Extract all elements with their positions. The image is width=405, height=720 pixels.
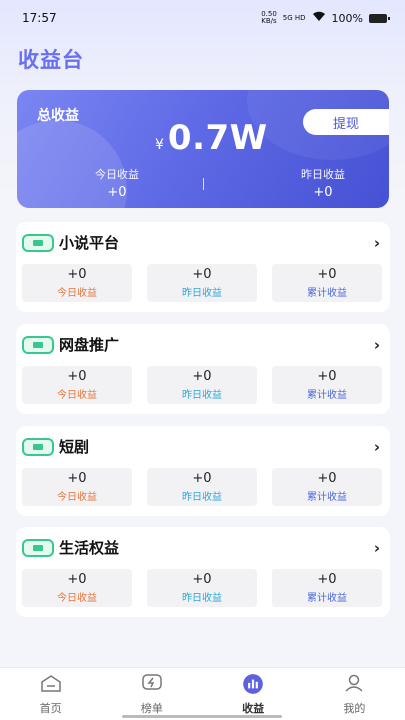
home-icon — [40, 675, 61, 692]
total-earnings-amount: ¥ 0.7W — [155, 118, 268, 158]
chevron-right-icon[interactable]: › — [374, 234, 380, 252]
book-badge-icon — [22, 233, 54, 252]
net-speed: 0.50 KB/s — [261, 10, 277, 25]
signal-icon: 5G HD — [282, 14, 306, 22]
nav-item-earnings[interactable]: 收益 — [203, 668, 304, 720]
yesterday-earnings: 昨日收益 +0 — [301, 168, 345, 200]
nav-item-ranking[interactable]: 榜单 — [101, 668, 202, 720]
section-title: 短剧 — [59, 438, 90, 456]
section-header: 生活权益 — [22, 537, 119, 558]
total-earnings-card: 总收益 提现 ¥ 0.7W 今日收益 +0 昨日收益 +0 — [17, 90, 389, 208]
nav-item-home[interactable]: 首页 — [0, 668, 101, 720]
status-bar: 17:57 0.50 KB/s 5G HD 100% — [0, 0, 405, 36]
stat-cells: +0 今日收益 +0 昨日收益 +0 累计收益 — [22, 366, 382, 404]
page-title: 收益台 — [18, 48, 84, 72]
section-title: 网盘推广 — [59, 336, 120, 354]
withdraw-button[interactable]: 提现 — [303, 109, 389, 135]
stat-cell-yesterday: +0 昨日收益 — [147, 264, 257, 302]
chevron-right-icon[interactable]: › — [374, 539, 380, 557]
earnings-icon — [243, 674, 263, 694]
section-life-benefits[interactable]: 生活权益 › +0 今日收益 +0 昨日收益 +0 累计收益 — [16, 527, 390, 617]
book-badge-icon — [22, 538, 54, 557]
chevron-right-icon[interactable]: › — [374, 438, 380, 456]
battery-icon — [369, 13, 390, 23]
chevron-right-icon[interactable]: › — [374, 336, 380, 354]
home-indicator — [122, 715, 282, 718]
section-header: 小说平台 — [22, 232, 119, 253]
stat-cells: +0 今日收益 +0 昨日收益 +0 累计收益 — [22, 264, 382, 302]
section-title: 生活权益 — [59, 539, 120, 557]
stat-cell-today: +0 今日收益 — [22, 366, 132, 404]
stat-cell-total: +0 累计收益 — [272, 569, 382, 607]
section-header: 网盘推广 — [22, 334, 119, 355]
stat-cell-yesterday: +0 昨日收益 — [147, 569, 257, 607]
nav-item-profile[interactable]: 我的 — [304, 668, 405, 720]
stat-cell-yesterday: +0 昨日收益 — [147, 468, 257, 506]
book-badge-icon — [22, 335, 54, 354]
book-badge-icon — [22, 437, 54, 456]
stat-cell-today: +0 今日收益 — [22, 569, 132, 607]
stat-cell-total: +0 累计收益 — [272, 264, 382, 302]
ranking-icon — [142, 674, 162, 690]
stat-divider — [203, 178, 204, 190]
section-short-drama[interactable]: 短剧 › +0 今日收益 +0 昨日收益 +0 累计收益 — [16, 426, 390, 516]
status-indicators: 0.50 KB/s 5G HD 100% — [261, 10, 390, 25]
stat-cell-yesterday: +0 昨日收益 — [147, 366, 257, 404]
stat-cells: +0 今日收益 +0 昨日收益 +0 累计收益 — [22, 569, 382, 607]
section-novel-platform[interactable]: 小说平台 › +0 今日收益 +0 昨日收益 +0 累计收益 — [16, 222, 390, 312]
currency-symbol: ¥ — [155, 137, 164, 153]
status-time: 17:57 — [22, 11, 57, 25]
bottom-nav: 首页 榜单 收益 我的 — [0, 667, 405, 720]
section-title: 小说平台 — [59, 234, 120, 252]
profile-icon — [345, 674, 363, 692]
section-cloud-promotion[interactable]: 网盘推广 › +0 今日收益 +0 昨日收益 +0 累计收益 — [16, 324, 390, 414]
stat-cell-total: +0 累计收益 — [272, 366, 382, 404]
stat-cell-today: +0 今日收益 — [22, 468, 132, 506]
battery-percent: 100% — [331, 11, 363, 25]
total-earnings-label: 总收益 — [37, 108, 79, 124]
stat-cell-today: +0 今日收益 — [22, 264, 132, 302]
stat-cells: +0 今日收益 +0 昨日收益 +0 累计收益 — [22, 468, 382, 506]
section-header: 短剧 — [22, 436, 89, 457]
today-earnings: 今日收益 +0 — [95, 168, 139, 200]
stat-cell-total: +0 累计收益 — [272, 468, 382, 506]
wifi-icon — [312, 11, 326, 25]
amount-value: 0.7W — [167, 118, 268, 158]
